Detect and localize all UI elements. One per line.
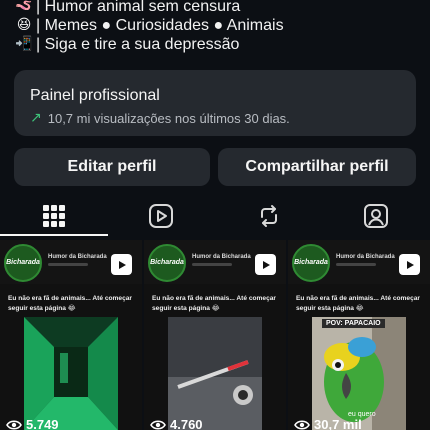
posts-grid: Bicharada Humor da Bicharada Eu não era … xyxy=(0,240,430,430)
tagged-icon xyxy=(364,204,389,228)
view-count-value: 30,7 mil xyxy=(314,417,362,430)
post-header: Bicharada Humor da Bicharada xyxy=(144,240,286,284)
view-count: 5.749 xyxy=(6,417,59,430)
post-header: Bicharada Humor da Bicharada xyxy=(288,240,430,284)
bio-text: | Humor animal sem censura xyxy=(36,0,241,15)
bio-text: | Siga e tire a sua depressão xyxy=(36,36,240,53)
account-name: Humor da Bicharada xyxy=(192,254,251,260)
post-thumbnail xyxy=(168,317,262,430)
eye-icon xyxy=(294,419,310,430)
edit-profile-button[interactable]: Editar perfil xyxy=(14,148,210,186)
account-handle xyxy=(48,263,88,266)
tab-reels[interactable] xyxy=(108,196,216,236)
bio-line: 🪱 | Humor animal sem censura xyxy=(14,0,424,16)
tab-tagged[interactable] xyxy=(323,196,430,236)
account-name: Humor da Bicharada xyxy=(48,254,107,260)
avatar: Bicharada xyxy=(148,244,186,282)
professional-dashboard-stats: ↗ 10,7 mi visualizações nos últimos 30 d… xyxy=(30,110,290,126)
post-overlay-text: POV: PAPACAIO xyxy=(322,319,385,328)
post-tile[interactable]: Bicharada Humor da Bicharada Eu não era … xyxy=(144,240,286,430)
view-count: 4.760 xyxy=(150,417,203,430)
post-caption: Eu não era fã de animais... Até começar … xyxy=(8,295,132,312)
post-header: Bicharada Humor da Bicharada xyxy=(0,240,142,284)
bio-line: 📲 | Siga e tire a sua depressão xyxy=(14,35,424,54)
trend-up-arrow-icon: ↗ xyxy=(30,110,42,126)
phone-emoji-icon: 📲 xyxy=(15,36,33,52)
worm-emoji-icon: 🪱 xyxy=(15,0,33,14)
views-summary: 10,7 mi visualizações nos últimos 30 dia… xyxy=(47,110,290,126)
eye-icon xyxy=(6,419,22,430)
grid-icon xyxy=(42,205,65,227)
reposts-icon xyxy=(260,205,277,227)
post-tile[interactable]: Bicharada Humor da Bicharada Eu não era … xyxy=(288,240,430,430)
avatar: Bicharada xyxy=(4,244,42,282)
bio-text: | Memes ● Curiosidades ● Animais xyxy=(36,17,284,34)
avatar: Bicharada xyxy=(292,244,330,282)
view-count: 30,7 mil xyxy=(294,417,362,430)
profile-tabs xyxy=(0,196,430,238)
account-handle xyxy=(336,263,376,266)
post-caption: Eu não era fã de animais... Até começar … xyxy=(152,295,276,312)
laughing-emoji-icon: 😆 xyxy=(16,17,32,33)
account-handle xyxy=(192,263,232,266)
play-icon xyxy=(399,254,420,275)
eye-icon xyxy=(150,419,166,430)
reels-icon xyxy=(149,204,174,228)
play-icon xyxy=(111,254,132,275)
view-count-value: 4.760 xyxy=(170,417,203,430)
active-tab-indicator xyxy=(0,234,108,236)
play-icon xyxy=(255,254,276,275)
bio-line: 😆 | Memes ● Curiosidades ● Animais xyxy=(14,16,424,35)
account-name: Humor da Bicharada xyxy=(336,254,395,260)
view-count-value: 5.749 xyxy=(26,417,59,430)
profile-bio: 🪱 | Humor animal sem censura 😆 | Memes ●… xyxy=(14,0,424,54)
professional-dashboard-title: Painel profissional xyxy=(30,87,160,104)
post-caption: Eu não era fã de animais... Até começar … xyxy=(296,295,420,312)
tab-reposts[interactable] xyxy=(215,196,323,236)
share-profile-button[interactable]: Compartilhar perfil xyxy=(218,148,416,186)
post-tile[interactable]: Bicharada Humor da Bicharada Eu não era … xyxy=(0,240,142,430)
professional-dashboard-card[interactable]: Painel profissional ↗ 10,7 mi visualizaç… xyxy=(14,70,416,136)
post-thumbnail xyxy=(24,317,118,430)
tab-grid[interactable] xyxy=(0,196,108,236)
